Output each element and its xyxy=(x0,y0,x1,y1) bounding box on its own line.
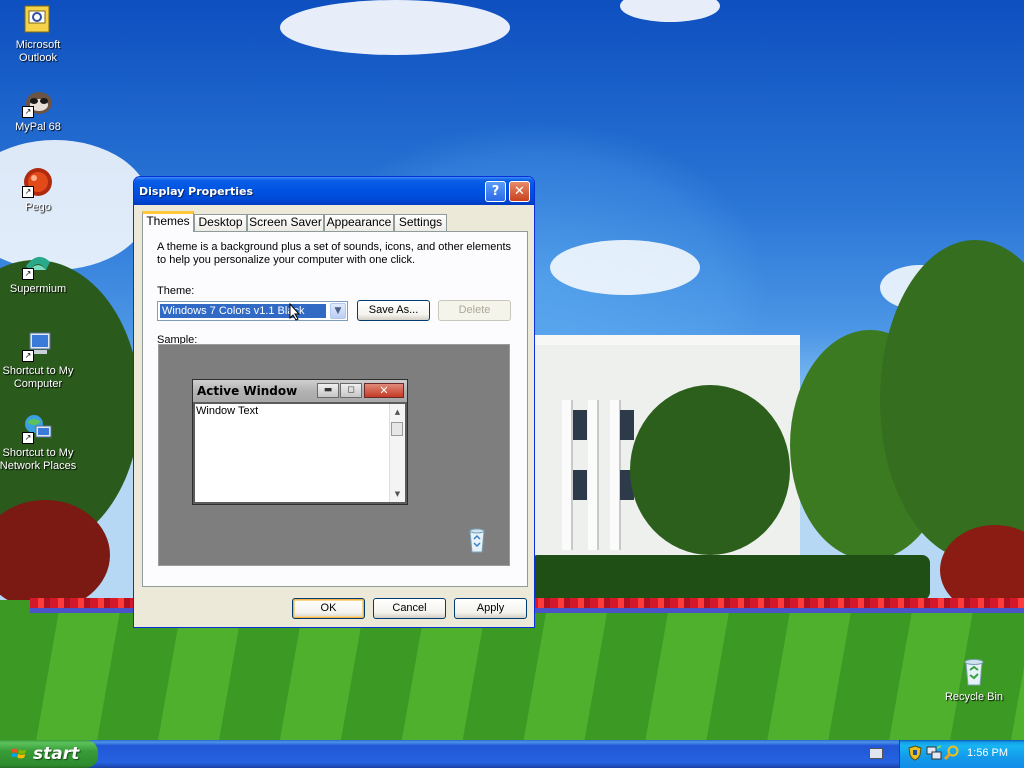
desktop-icon-network-places[interactable]: ↗ Shortcut to My Network Places xyxy=(0,412,78,473)
sample-window-title: Active Window xyxy=(197,384,298,398)
desktop-icon-mypal[interactable]: ↗ MyPal 68 xyxy=(0,86,78,134)
sample-window-client: Window Text ▲ ▼ xyxy=(195,404,405,502)
sample-active-window: Active Window ▬ ◻ ✕ Window Text ▲ ▼ xyxy=(192,379,408,505)
scroll-thumb xyxy=(391,422,403,436)
ok-button[interactable]: OK xyxy=(292,598,365,619)
house-window xyxy=(573,410,587,440)
recycle-bin-icon xyxy=(958,656,990,688)
start-label: start xyxy=(33,744,80,764)
supermium-icon: ↗ xyxy=(22,248,54,280)
desktop-icon-label: MyPal 68 xyxy=(15,121,61,133)
tab-screen-saver[interactable]: Screen Saver xyxy=(247,214,324,231)
shortcut-arrow-icon: ↗ xyxy=(22,268,34,280)
cloud xyxy=(620,0,720,22)
close-icon: ✕ xyxy=(364,383,404,398)
apply-button[interactable]: Apply xyxy=(454,598,527,619)
dialog-titlebar[interactable]: Display Properties ? ✕ xyxy=(134,177,534,205)
themes-panel: A theme is a background plus a set of so… xyxy=(142,231,528,587)
theme-sample-preview: Active Window ▬ ◻ ✕ Window Text ▲ ▼ xyxy=(158,344,510,566)
cancel-button[interactable]: Cancel xyxy=(373,598,446,619)
theme-select[interactable]: Windows 7 Colors v1.1 Black ▼ xyxy=(157,301,348,321)
cloud xyxy=(280,0,510,55)
cloud xyxy=(550,240,700,295)
tab-desktop[interactable]: Desktop xyxy=(194,214,247,231)
shortcut-arrow-icon: ↗ xyxy=(22,186,34,198)
tab-appearance[interactable]: Appearance xyxy=(324,214,394,231)
sample-scrollbar: ▲ ▼ xyxy=(389,404,405,502)
network-icon[interactable] xyxy=(926,745,942,761)
tree xyxy=(630,385,790,555)
delete-button: Delete xyxy=(438,300,511,321)
desktop-icon-label: Network Places xyxy=(0,460,77,472)
minimize-icon: ▬ xyxy=(317,383,339,398)
shortcut-arrow-icon: ↗ xyxy=(22,106,34,118)
system-tray: 1:56 PM xyxy=(899,740,1024,768)
shortcut-arrow-icon: ↗ xyxy=(22,350,34,362)
mypal-icon: ↗ xyxy=(22,86,54,118)
desktop-icon-label: Microsoft xyxy=(15,39,61,51)
pego-icon: ↗ xyxy=(22,166,54,198)
scroll-down-icon: ▼ xyxy=(394,490,401,498)
desktop-icon-label: Recycle Bin xyxy=(944,691,1004,703)
start-button[interactable]: start xyxy=(0,740,98,768)
house-column xyxy=(562,400,571,550)
desktop-icon-label: Shortcut to My xyxy=(2,447,74,459)
desktop-icon-label: Supermium xyxy=(9,283,67,295)
house-column xyxy=(610,400,619,550)
dialog-title: Display Properties xyxy=(139,185,254,198)
desktop-icon-pego[interactable]: ↗ Pego xyxy=(0,166,78,214)
close-button[interactable]: ✕ xyxy=(509,181,530,202)
desktop-icon-recycle-bin[interactable]: Recycle Bin xyxy=(934,656,1014,704)
house-window xyxy=(620,410,634,440)
display-properties-dialog: Display Properties ? ✕ Themes Desktop Sc… xyxy=(133,176,535,628)
network-places-icon: ↗ xyxy=(22,412,54,444)
shortcut-arrow-icon: ↗ xyxy=(22,432,34,444)
desktop-icon-outlook[interactable]: Microsoft Outlook xyxy=(0,4,78,65)
desktop-icon-label: Shortcut to My xyxy=(2,365,74,377)
house-column xyxy=(588,400,597,550)
tab-settings[interactable]: Settings xyxy=(394,214,447,231)
sample-window-text: Window Text xyxy=(196,405,259,417)
theme-select-value: Windows 7 Colors v1.1 Black xyxy=(159,303,327,319)
sample-recycle-bin-icon xyxy=(467,527,487,553)
house-window xyxy=(573,470,587,500)
dialog-body: Themes Desktop Screen Saver Appearance S… xyxy=(137,205,531,624)
mouse-cursor-icon xyxy=(289,303,301,321)
theme-description: A theme is a background plus a set of so… xyxy=(157,241,512,266)
desktop-icon-label: Pego xyxy=(25,201,51,213)
desktop-icon-supermium[interactable]: ↗ Supermium xyxy=(0,248,78,296)
maximize-icon: ◻ xyxy=(340,383,362,398)
desktop-icon-label: Computer xyxy=(13,378,63,390)
clock[interactable]: 1:56 PM xyxy=(967,747,1008,759)
desktop-icon-label: Outlook xyxy=(19,52,57,64)
help-button[interactable]: ? xyxy=(485,181,506,202)
save-as-button[interactable]: Save As... xyxy=(357,300,430,321)
hedge xyxy=(530,555,930,600)
scroll-up-icon: ▲ xyxy=(394,408,401,416)
theme-label: Theme: xyxy=(157,285,195,297)
desktop-icon-my-computer[interactable]: ↗ Shortcut to My Computer xyxy=(0,330,78,391)
outlook-icon xyxy=(22,4,54,36)
my-computer-icon: ↗ xyxy=(22,330,54,362)
windows-logo-icon xyxy=(11,748,27,759)
security-shield-icon[interactable] xyxy=(908,745,922,761)
tab-themes[interactable]: Themes xyxy=(142,211,194,232)
chevron-down-icon[interactable]: ▼ xyxy=(330,303,346,319)
keyboard-icon[interactable] xyxy=(869,748,883,759)
sample-window-titlebar: Active Window ▬ ◻ ✕ xyxy=(193,380,407,402)
search-icon[interactable] xyxy=(944,745,960,761)
